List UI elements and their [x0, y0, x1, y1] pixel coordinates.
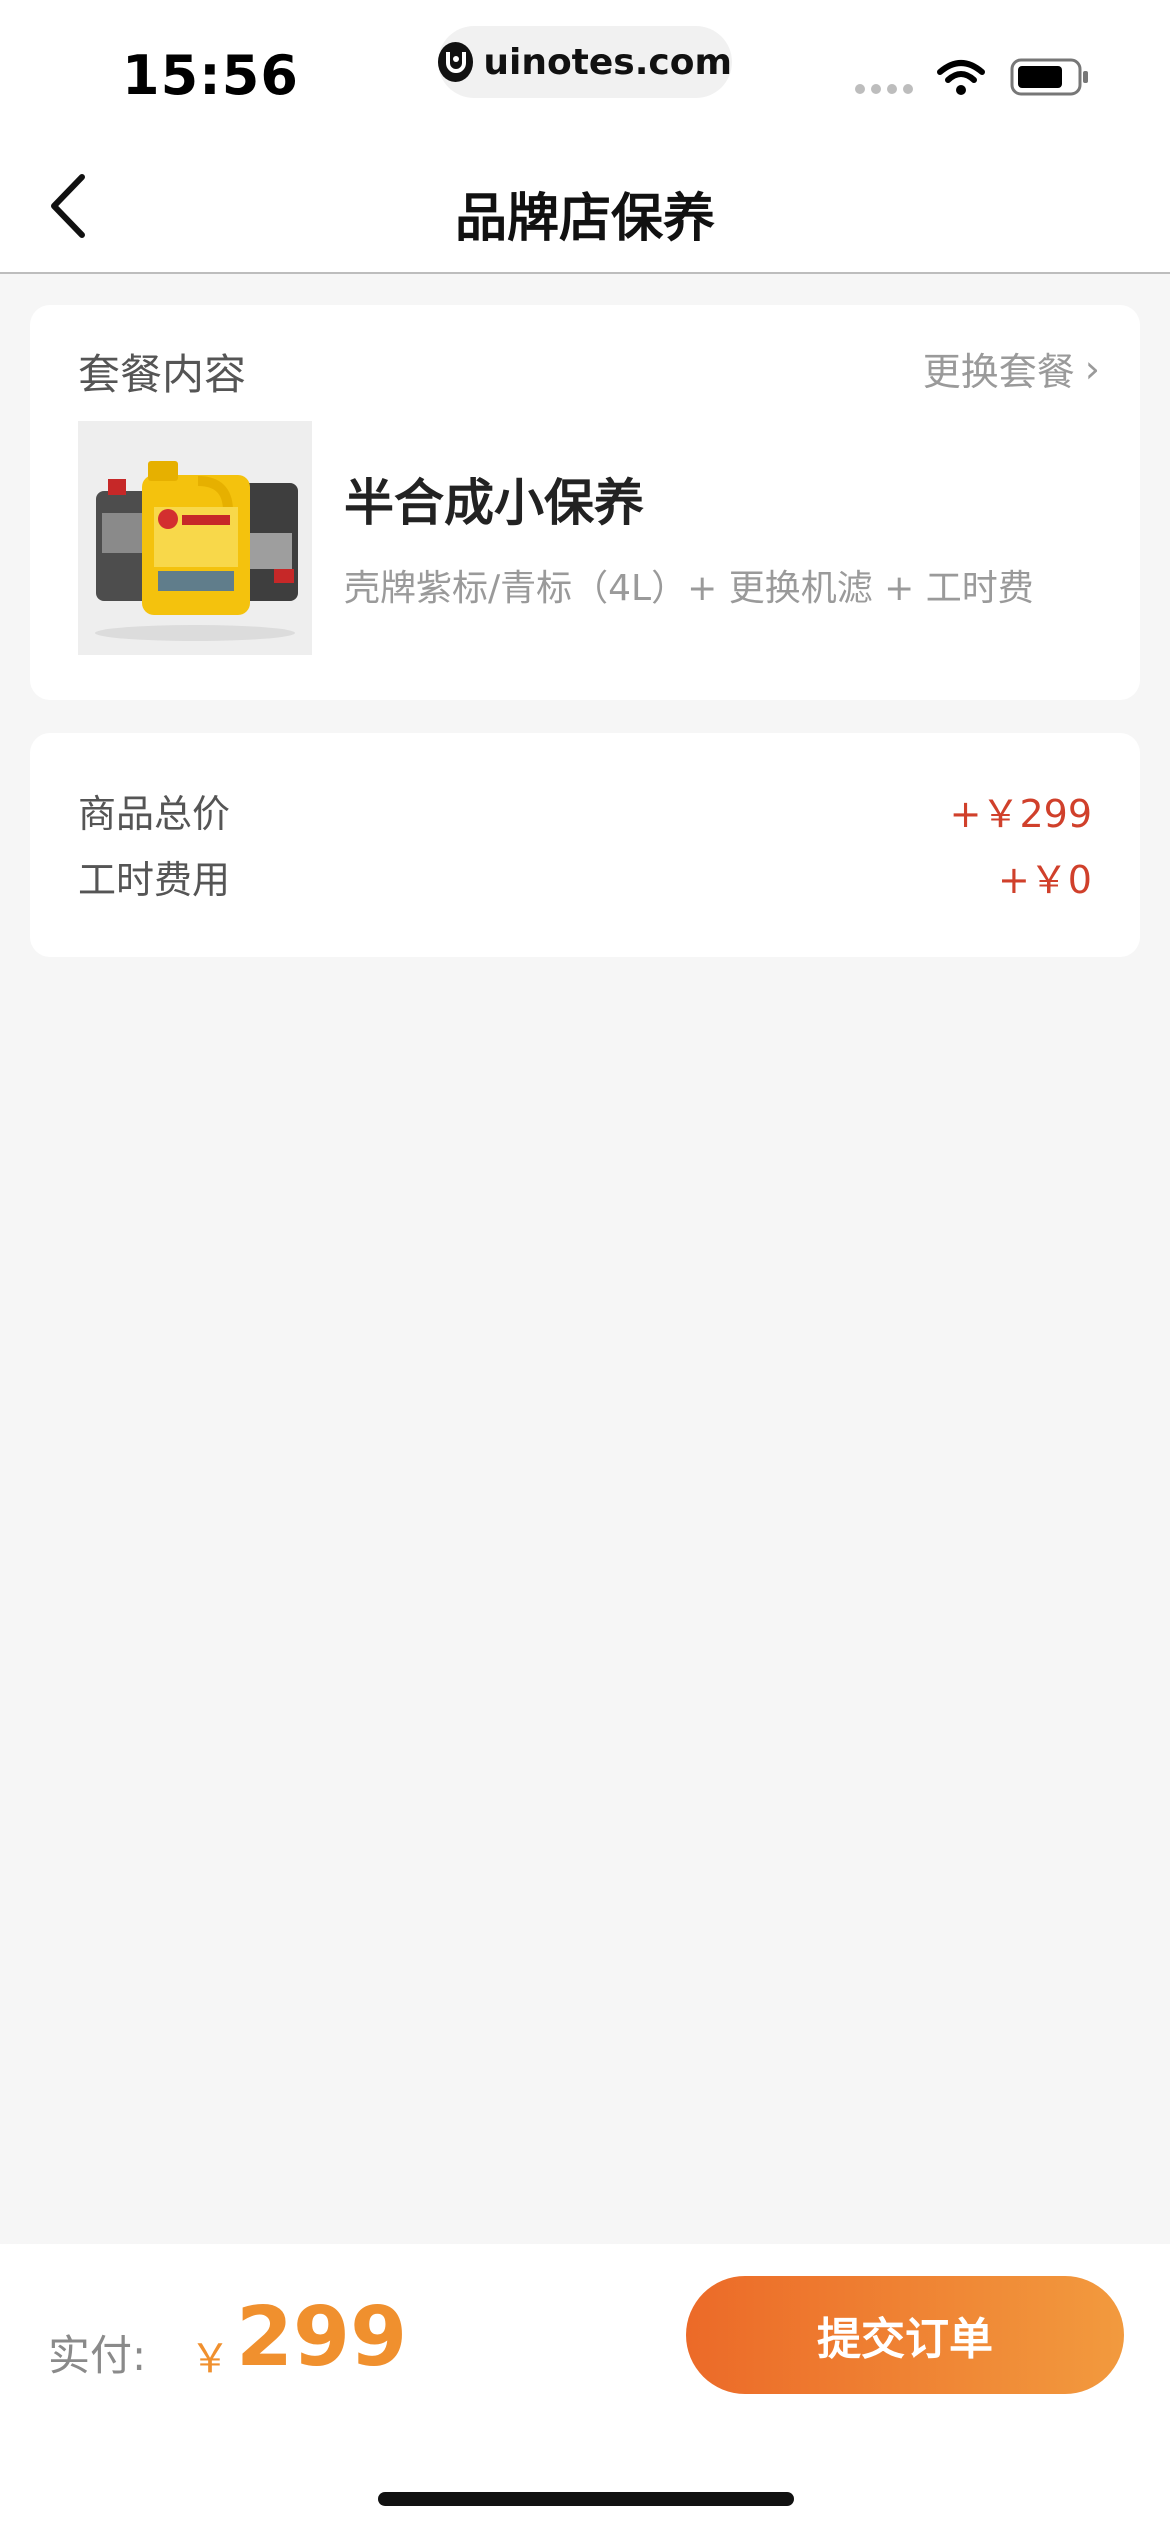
status-time: 15:56	[122, 44, 299, 107]
price-value: +￥299	[949, 792, 1092, 836]
status-bar: 15:56 uinotes.com	[0, 0, 1170, 140]
price-card: 商品总价 +￥299 工时费用 +￥0	[30, 733, 1140, 957]
battery-icon	[1010, 58, 1088, 96]
cellular-signal-icon	[855, 84, 913, 94]
wifi-icon	[937, 60, 985, 95]
package-section-label: 套餐内容	[78, 350, 247, 399]
package-card: 套餐内容 更换套餐 › 半合成小保养 壳牌紫标/青标（4L）+ 更换机滤 + 工	[30, 305, 1140, 700]
oil-bottles-illustration	[78, 421, 312, 655]
pay-currency: ￥	[190, 2336, 230, 2382]
price-row-labor-fee: 工时费用 +￥0	[78, 849, 1092, 904]
price-label: 商品总价	[78, 792, 231, 836]
change-package-label: 更换套餐	[922, 350, 1075, 394]
uinotes-logo-icon	[438, 42, 474, 82]
home-indicator[interactable]	[378, 2492, 794, 2506]
change-package-button[interactable]: 更换套餐 ›	[923, 341, 1100, 396]
url-pill[interactable]: uinotes.com	[438, 26, 732, 98]
package-description: 壳牌紫标/青标（4L）+ 更换机滤 + 工时费	[344, 568, 1034, 609]
bottom-checkout-bar: 实付: ￥ 299 提交订单	[0, 2244, 1170, 2532]
package-name: 半合成小保养	[344, 474, 644, 532]
pay-amount: 299	[236, 2290, 408, 2385]
price-label: 工时费用	[78, 858, 231, 902]
price-value: +￥0	[997, 858, 1092, 902]
pay-label: 实付:	[48, 2331, 147, 2380]
product-image	[78, 421, 312, 655]
page-title: 品牌店保养	[454, 189, 715, 249]
nav-header: 品牌店保养	[0, 140, 1170, 274]
chevron-right-icon: ›	[1084, 346, 1100, 391]
url-text: uinotes.com	[483, 41, 732, 83]
price-row-goods-total: 商品总价 +￥299	[78, 783, 1092, 838]
submit-order-button[interactable]: 提交订单	[686, 2276, 1124, 2394]
